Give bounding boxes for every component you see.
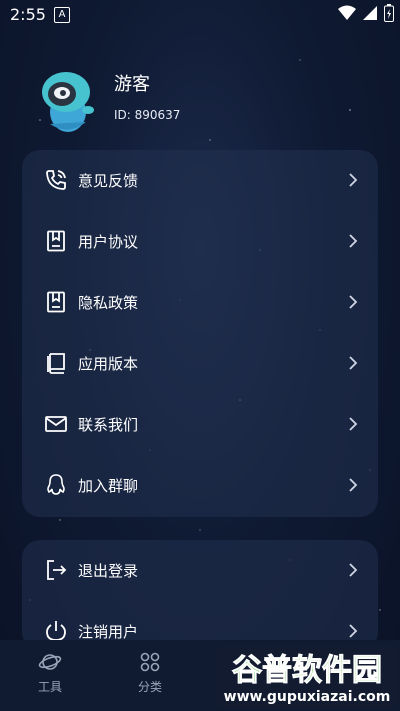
status-icons (338, 4, 394, 22)
tab-tools[interactable]: 工具 (10, 650, 90, 704)
grid-icon (140, 652, 160, 672)
user-id: ID: 890637 (114, 108, 181, 122)
chevron-right-icon (349, 234, 358, 248)
chevron-right-icon (349, 295, 358, 309)
menu-item-label: 应用版本 (78, 355, 139, 373)
qq-icon (47, 474, 65, 495)
menu-item-contact-us[interactable]: 联系我们 (22, 394, 378, 455)
chevron-right-icon (349, 563, 358, 577)
menu-item-app-version[interactable]: 应用版本 (22, 333, 378, 394)
battery-icon (384, 4, 394, 22)
watermark-logo: 谷普软件园 www.gupuxiazai.com (216, 646, 398, 708)
menu-item-user-agreement[interactable]: 用户协议 (22, 211, 378, 272)
document-icon (47, 291, 65, 313)
mail-icon (45, 416, 67, 432)
status-time: 2:55 (10, 5, 46, 24)
tab-categories[interactable]: 分类 (110, 650, 190, 704)
menu-item-label: 隐私政策 (78, 294, 139, 312)
chevron-right-icon (349, 478, 358, 492)
chevron-right-icon (349, 173, 358, 187)
logout-icon (47, 560, 67, 580)
svg-text:www.gupuxiazai.com: www.gupuxiazai.com (224, 689, 391, 705)
avatar[interactable] (36, 64, 98, 136)
status-bar: 2:55 A (0, 0, 400, 28)
planet-icon (38, 654, 62, 670)
signal-icon (363, 6, 377, 20)
svg-text:谷普软件园: 谷普软件园 (232, 653, 382, 688)
tab-label: 工具 (37, 680, 62, 694)
wifi-icon (338, 5, 356, 20)
username: 游客 (114, 74, 150, 95)
chevron-right-icon (349, 624, 358, 638)
profile-section: 游客 ID: 890637 (36, 64, 366, 144)
book-icon (47, 353, 65, 374)
menu-item-label: 加入群聊 (78, 477, 139, 495)
menu-item-privacy-policy[interactable]: 隐私政策 (22, 272, 378, 333)
chevron-right-icon (349, 417, 358, 431)
menu-item-feedback[interactable]: 意见反馈 (22, 150, 378, 211)
menu-item-join-group[interactable]: 加入群聊 (22, 455, 378, 516)
menu-item-label: 意见反馈 (78, 172, 139, 190)
account-menu-card: 退出登录 注销用户 (22, 540, 378, 650)
tab-label: 分类 (137, 680, 162, 694)
chevron-right-icon (349, 356, 358, 370)
menu-item-logout[interactable]: 退出登录 (22, 540, 378, 601)
settings-menu-card: 意见反馈 用户协议 隐私政策 应用版本 联系我们 加入群聊 (22, 150, 378, 517)
phone-icon (46, 170, 66, 190)
menu-item-label: 退出登录 (78, 562, 139, 580)
document-icon (47, 230, 65, 252)
menu-item-label: 注销用户 (78, 623, 139, 641)
menu-item-label: 联系我们 (78, 416, 139, 434)
notification-icon: A (54, 7, 70, 23)
menu-item-label: 用户协议 (78, 233, 139, 251)
